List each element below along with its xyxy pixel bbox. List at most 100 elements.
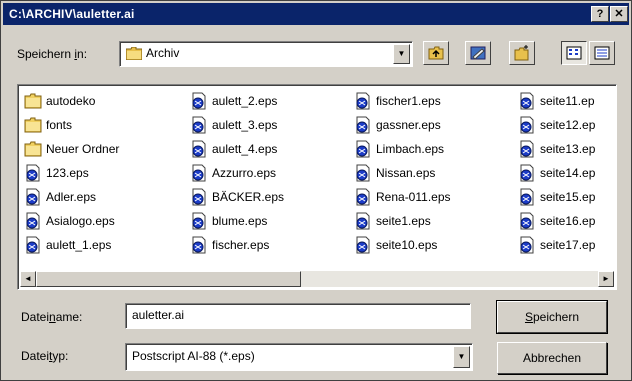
file-list-item[interactable]: seite12.ep xyxy=(518,113,595,137)
file-name: seite14.ep xyxy=(540,166,596,180)
file-list-item[interactable]: seite17.ep xyxy=(518,233,595,257)
file-list-item[interactable]: aulett_2.eps xyxy=(190,89,284,113)
scroll-right-button[interactable]: ► xyxy=(598,271,614,287)
file-list-item[interactable]: seite10.eps xyxy=(354,233,451,257)
folder-icon xyxy=(24,117,42,133)
file-list-item[interactable]: Rena-011.eps xyxy=(354,185,451,209)
file-name: fonts xyxy=(46,118,73,132)
chevron-down-icon[interactable]: ▼ xyxy=(393,44,410,64)
eps-file-icon xyxy=(520,92,534,110)
file-name: seite1.eps xyxy=(376,214,431,228)
arrow-left-icon: ◄ xyxy=(24,274,32,283)
up-one-level-button[interactable] xyxy=(423,41,449,65)
file-column: seite11.ep seite12.ep seite13.ep seite14.ep… xyxy=(518,89,595,257)
filetype-label-text: Datei xyxy=(21,349,50,363)
eps-file-icon xyxy=(356,164,370,182)
file-list-item[interactable]: aulett_3.eps xyxy=(190,113,284,137)
filename-label-text: Datei xyxy=(21,310,50,324)
file-list-item[interactable]: Adler.eps xyxy=(24,185,119,209)
eps-file-icon xyxy=(192,92,206,110)
arrow-right-icon: ► xyxy=(602,274,610,283)
file-name: seite15.ep xyxy=(540,190,596,204)
file-name: seite16.ep xyxy=(540,214,596,228)
details-view-button[interactable] xyxy=(589,41,615,65)
file-list-item[interactable]: blume.eps xyxy=(190,209,284,233)
filetype-dropdown[interactable]: Postscript AI-88 (*.eps) ▼ xyxy=(125,343,473,371)
file-column: autodeko fonts Neuer Ordner 123.eps Adler.ep… xyxy=(24,89,119,257)
file-name: seite12.ep xyxy=(540,118,596,132)
eps-file-icon xyxy=(192,188,206,206)
desktop-button[interactable] xyxy=(465,41,491,65)
save-button[interactable]: Speichern xyxy=(496,300,608,334)
title-bar[interactable]: C:\ARCHIV\auletter.ai ? ✕ xyxy=(3,3,629,25)
eps-file-icon xyxy=(356,212,370,230)
file-column: fischer1.eps gassner.eps Limbach.eps Nissan… xyxy=(354,89,451,257)
file-list-item[interactable]: fonts xyxy=(24,113,119,137)
eps-file-icon xyxy=(26,164,40,182)
file-name: Limbach.eps xyxy=(376,142,445,156)
cancel-button[interactable]: Abbrechen xyxy=(497,342,607,374)
new-folder-button[interactable] xyxy=(509,41,535,65)
save-in-value: Archiv xyxy=(146,46,180,60)
file-list-item[interactable]: fischer1.eps xyxy=(354,89,451,113)
file-list-item[interactable]: Asialogo.eps xyxy=(24,209,119,233)
file-list-item[interactable]: gassner.eps xyxy=(354,113,451,137)
file-list-item[interactable]: Nissan.eps xyxy=(354,161,451,185)
file-name: Nissan.eps xyxy=(376,166,436,180)
save-dialog: C:\ARCHIV\auletter.ai ? ✕ Speichern in: … xyxy=(0,0,632,381)
eps-file-icon xyxy=(520,164,534,182)
file-name: aulett_1.eps xyxy=(46,238,112,252)
save-in-label-text: Speichern xyxy=(17,47,75,61)
file-name: fischer.eps xyxy=(212,238,270,252)
save-in-dropdown[interactable]: Archiv ▼ xyxy=(119,41,413,67)
filetype-label: Dateityp: xyxy=(21,349,68,363)
eps-file-icon xyxy=(356,140,370,158)
folder-icon xyxy=(24,93,42,109)
file-name: blume.eps xyxy=(212,214,268,228)
scrollbar-thumb[interactable] xyxy=(36,271,301,287)
file-list-item[interactable]: Azzurro.eps xyxy=(190,161,284,185)
file-list-item[interactable]: seite15.ep xyxy=(518,185,595,209)
eps-file-icon xyxy=(520,116,534,134)
horizontal-scrollbar[interactable]: ◄ ► xyxy=(20,271,614,287)
eps-file-icon xyxy=(520,188,534,206)
eps-file-icon xyxy=(26,236,40,254)
save-in-label: Speichern in: xyxy=(17,47,87,61)
file-name: seite17.ep xyxy=(540,238,596,252)
eps-file-icon xyxy=(356,188,370,206)
filename-label-rest: ame: xyxy=(55,310,83,324)
file-name: BÄCKER.eps xyxy=(212,190,285,204)
file-list-item[interactable]: aulett_4.eps xyxy=(190,137,284,161)
file-list-item[interactable]: fischer.eps xyxy=(190,233,284,257)
file-list-item[interactable]: seite11.ep xyxy=(518,89,595,113)
file-name: seite11.ep xyxy=(540,94,595,108)
file-name: aulett_2.eps xyxy=(212,94,278,108)
eps-file-icon xyxy=(356,116,370,134)
file-list-item[interactable]: seite16.ep xyxy=(518,209,595,233)
filename-input[interactable]: auletter.ai xyxy=(125,303,471,329)
save-in-label-rest: n: xyxy=(77,47,88,61)
scroll-left-button[interactable]: ◄ xyxy=(20,271,36,287)
file-column: aulett_2.eps aulett_3.eps aulett_4.eps Azzu… xyxy=(190,89,284,257)
chevron-down-icon[interactable]: ▼ xyxy=(453,346,470,368)
file-list[interactable]: autodeko fonts Neuer Ordner 123.eps Adler.ep… xyxy=(17,84,617,290)
file-list-item[interactable]: Limbach.eps xyxy=(354,137,451,161)
eps-file-icon xyxy=(356,236,370,254)
file-name: Neuer Ordner xyxy=(46,142,120,156)
eps-file-icon xyxy=(520,236,534,254)
file-list-item[interactable]: BÄCKER.eps xyxy=(190,185,284,209)
file-list-item[interactable]: autodeko xyxy=(24,89,119,113)
file-list-item[interactable]: seite14.ep xyxy=(518,161,595,185)
eps-file-icon xyxy=(26,212,40,230)
window-title: C:\ARCHIV\auletter.ai xyxy=(9,7,135,21)
file-list-item[interactable]: Neuer Ordner xyxy=(24,137,119,161)
file-list-item[interactable]: aulett_1.eps xyxy=(24,233,119,257)
close-icon: ✕ xyxy=(614,8,624,20)
help-button[interactable]: ? xyxy=(591,6,609,22)
desktop-icon xyxy=(470,46,486,60)
close-button[interactable]: ✕ xyxy=(610,6,628,22)
file-list-item[interactable]: seite1.eps xyxy=(354,209,451,233)
file-list-item[interactable]: seite13.ep xyxy=(518,137,595,161)
file-list-item[interactable]: 123.eps xyxy=(24,161,119,185)
list-view-button[interactable] xyxy=(561,41,587,65)
